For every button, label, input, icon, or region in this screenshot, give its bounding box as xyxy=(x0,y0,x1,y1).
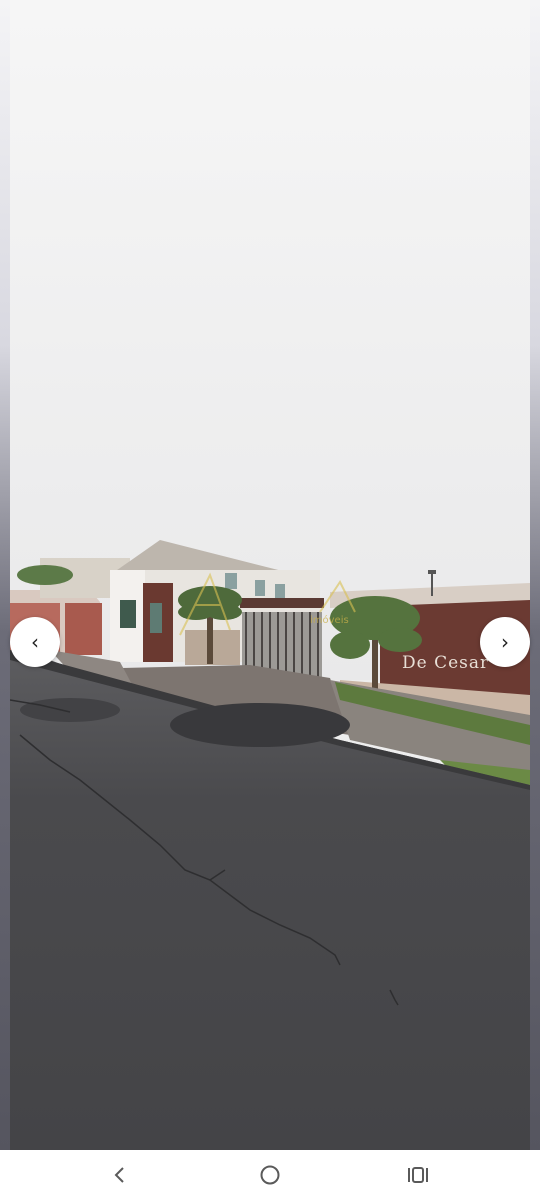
back-icon xyxy=(114,1167,124,1183)
right-frame-edge xyxy=(530,0,540,1150)
palm-tree-far-left xyxy=(17,565,73,585)
property-photo[interactable]: De Cesar imóveis xyxy=(10,0,530,1150)
system-navigation-bar xyxy=(0,1150,540,1200)
previous-photo-button[interactable]: ‹ xyxy=(10,617,60,667)
condominium-sign: De Cesar xyxy=(402,653,489,673)
recent-apps-icon xyxy=(408,1167,428,1183)
back-button[interactable] xyxy=(100,1155,140,1195)
next-photo-button[interactable]: › xyxy=(480,617,530,667)
home-button[interactable] xyxy=(250,1155,290,1195)
chevron-right-icon: › xyxy=(501,630,509,654)
left-frame-edge xyxy=(0,0,10,1150)
photo-viewer-screen: De Cesar imóveis ‹ › xyxy=(0,0,540,1200)
watermark: imóveis xyxy=(310,614,349,626)
home-icon xyxy=(260,1165,280,1185)
recent-apps-button[interactable] xyxy=(398,1155,438,1195)
chevron-left-icon: ‹ xyxy=(31,630,39,654)
